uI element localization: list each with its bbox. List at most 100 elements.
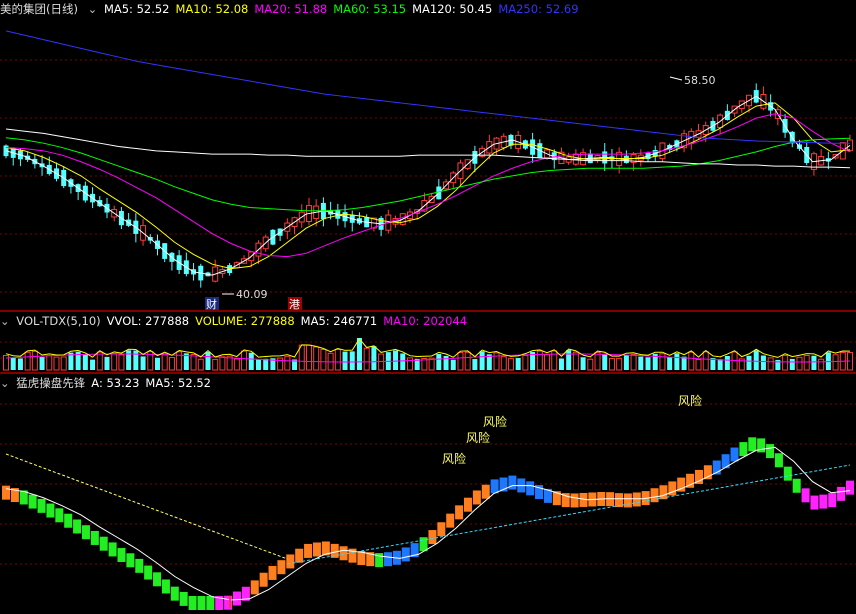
volume-bar bbox=[436, 354, 442, 370]
indicator-block bbox=[117, 548, 126, 563]
volume-chart bbox=[0, 337, 856, 371]
volume-bar bbox=[566, 350, 572, 370]
indicator-block bbox=[161, 579, 170, 594]
marker-cai: 财 bbox=[206, 297, 217, 310]
indicator-chart: 风险风险风险风险 bbox=[0, 393, 856, 610]
low-price-label: 40.09 bbox=[236, 288, 268, 301]
volume-bar bbox=[674, 353, 680, 370]
volume-bar bbox=[681, 356, 687, 370]
volume-bar bbox=[522, 354, 529, 371]
indicator-block bbox=[170, 586, 179, 601]
indicator-block bbox=[472, 490, 481, 505]
indicator-block bbox=[730, 447, 739, 462]
volume-bar bbox=[594, 351, 601, 371]
risk-label: 风险 bbox=[442, 451, 466, 466]
indicator-block bbox=[46, 503, 55, 518]
indicator-block bbox=[748, 437, 757, 452]
volume-bar bbox=[154, 357, 160, 370]
volume-bar bbox=[638, 356, 644, 370]
series-line-ma120 bbox=[5, 128, 851, 169]
indicator-block bbox=[55, 508, 64, 523]
volume-bar bbox=[753, 350, 759, 370]
high-pointer bbox=[669, 76, 683, 81]
volume-bar bbox=[789, 358, 795, 370]
volume-bar bbox=[133, 350, 139, 370]
indicator-block bbox=[490, 479, 499, 494]
indicator-block bbox=[783, 466, 792, 481]
volume-bar bbox=[500, 356, 507, 371]
price-panel: 美的集团(日线) ⌄ MA5: 52.52 MA10: 52.08 MA20: 51… bbox=[0, 0, 856, 310]
volume-bar bbox=[161, 353, 168, 371]
volume-bar bbox=[767, 357, 774, 371]
volume-bar bbox=[205, 351, 211, 370]
volume-bar bbox=[464, 351, 471, 371]
indicator-block bbox=[153, 572, 162, 587]
volume-bar bbox=[393, 350, 399, 370]
volume-bar bbox=[17, 358, 23, 370]
volume-bar bbox=[212, 358, 219, 371]
indicator-block bbox=[384, 552, 393, 567]
volume-bar bbox=[667, 357, 673, 370]
volume-bar bbox=[406, 357, 413, 371]
indicator-block bbox=[650, 488, 659, 503]
indicator-block bbox=[135, 558, 144, 573]
indicator-block bbox=[766, 444, 775, 459]
volume-bar bbox=[803, 355, 810, 371]
volume-bar bbox=[746, 355, 752, 370]
indicator-block bbox=[615, 493, 624, 508]
volume-bar bbox=[811, 355, 817, 370]
indicator-block bbox=[570, 493, 579, 508]
volume-bar bbox=[320, 348, 327, 371]
indicator-block bbox=[774, 453, 783, 468]
volume-bar bbox=[371, 346, 377, 370]
volume-bar bbox=[39, 357, 45, 370]
indicator-block bbox=[259, 572, 268, 587]
indicator-block bbox=[90, 530, 99, 545]
series-line-ma20 bbox=[5, 113, 851, 258]
indicator-block bbox=[126, 553, 135, 568]
volume-bar bbox=[645, 357, 651, 370]
indicator-block bbox=[792, 478, 801, 493]
indicator-block bbox=[623, 493, 632, 508]
indicator-block bbox=[446, 513, 455, 528]
indicator-block bbox=[2, 485, 10, 500]
indicator-block bbox=[144, 565, 153, 580]
indicator-panel: ⌄ 猛虎操盘先锋 A: 53.23 MA5: 52.52 风险 风险 风险 风险 bbox=[0, 374, 856, 614]
indicator-block bbox=[108, 542, 117, 557]
volume-bar bbox=[313, 346, 320, 371]
volume-bar bbox=[10, 357, 16, 370]
volume-bar bbox=[53, 356, 60, 371]
volume-bar bbox=[630, 353, 637, 371]
indicator-block bbox=[250, 580, 259, 595]
volume-bar bbox=[782, 354, 789, 371]
indicator-block bbox=[819, 494, 828, 509]
volume-bar bbox=[457, 352, 464, 371]
volume-bar bbox=[104, 356, 110, 370]
volume-bar bbox=[349, 351, 355, 370]
volume-bar bbox=[342, 351, 348, 370]
volume-bar bbox=[760, 355, 766, 370]
volume-bar bbox=[197, 358, 204, 371]
indicator-block bbox=[37, 498, 46, 513]
volume-bar bbox=[190, 354, 197, 371]
volume-bar bbox=[695, 359, 702, 371]
indicator-block bbox=[188, 596, 197, 610]
volume-bar bbox=[623, 354, 629, 370]
volume-bar bbox=[400, 353, 406, 370]
volume-ma5-line bbox=[5, 337, 851, 358]
indicator-block bbox=[846, 480, 854, 495]
volume-bar bbox=[126, 350, 132, 370]
volume-bar bbox=[363, 347, 370, 371]
risk-label: 风险 bbox=[466, 430, 490, 445]
volume-bar bbox=[46, 355, 53, 371]
indicator-block bbox=[801, 488, 810, 503]
volume-bar bbox=[284, 356, 291, 371]
volume-bar bbox=[305, 344, 312, 371]
volume-bar bbox=[818, 358, 825, 371]
indicator-block bbox=[268, 565, 277, 580]
volume-bar bbox=[176, 351, 183, 371]
risk-label: 风险 bbox=[483, 414, 507, 429]
volume-bar bbox=[616, 357, 623, 371]
volume-bar bbox=[580, 357, 586, 370]
volume-bar bbox=[96, 351, 103, 371]
